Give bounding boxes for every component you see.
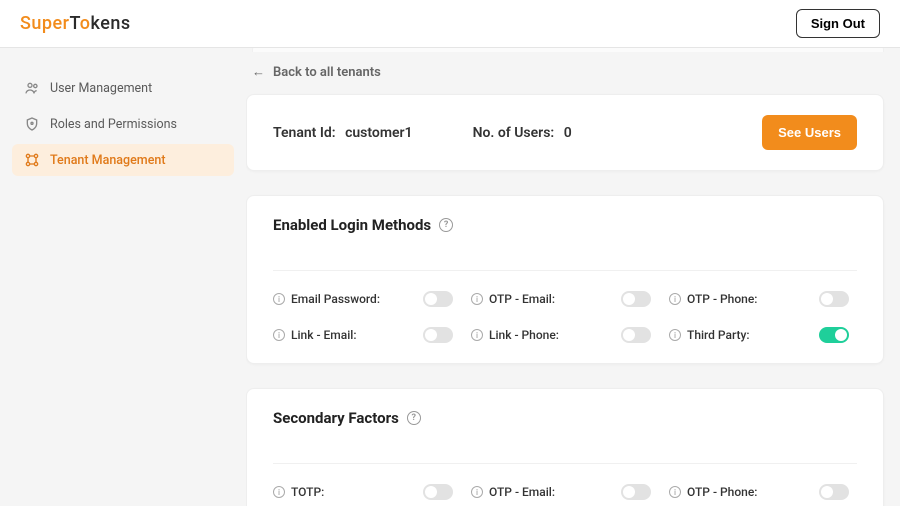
login-method-toggle[interactable] xyxy=(819,327,849,343)
tenant-id-label: Tenant Id: xyxy=(273,125,336,141)
shield-icon xyxy=(24,116,40,132)
login-method-label: OTP - Phone: xyxy=(687,292,757,306)
info-icon[interactable]: i xyxy=(273,486,285,498)
login-method-toggle[interactable] xyxy=(423,291,453,307)
login-method-toggle[interactable] xyxy=(621,291,651,307)
sidebar-item-label: Tenant Management xyxy=(50,153,166,168)
secondary-factors-title: Secondary Factors xyxy=(273,409,399,427)
login-method-row: i OTP - Email: xyxy=(471,291,659,307)
secondary-factor-toggle[interactable] xyxy=(819,484,849,500)
see-users-button[interactable]: See Users xyxy=(762,115,857,150)
info-icon[interactable]: i xyxy=(273,329,285,341)
info-icon[interactable]: i xyxy=(471,329,483,341)
info-icon[interactable]: i xyxy=(669,486,681,498)
users-icon xyxy=(24,80,40,96)
login-method-toggle[interactable] xyxy=(819,291,849,307)
secondary-factor-row: i OTP - Email: xyxy=(471,484,659,500)
info-icon[interactable]: i xyxy=(669,329,681,341)
help-icon[interactable]: ? xyxy=(439,218,453,232)
sidebar-item-tenant-management[interactable]: Tenant Management xyxy=(12,144,234,176)
tenant-id-value: customer1 xyxy=(345,125,413,141)
sign-out-button[interactable]: Sign Out xyxy=(796,9,880,38)
arrow-left-icon: ← xyxy=(252,64,265,80)
login-method-toggle[interactable] xyxy=(621,327,651,343)
secondary-factor-row: i OTP - Phone: xyxy=(669,484,857,500)
sidebar-item-roles[interactable]: Roles and Permissions xyxy=(12,108,234,140)
info-icon[interactable]: i xyxy=(471,486,483,498)
login-method-row: i Link - Email: xyxy=(273,327,461,343)
login-method-label: Link - Email: xyxy=(291,328,357,342)
info-icon[interactable]: i xyxy=(273,293,285,305)
secondary-factor-toggle[interactable] xyxy=(621,484,651,500)
sidebar-item-user-management[interactable]: User Management xyxy=(12,72,234,104)
secondary-factor-toggle[interactable] xyxy=(423,484,453,500)
info-icon[interactable]: i xyxy=(669,293,681,305)
card-ghost-edge xyxy=(252,48,884,52)
login-method-label: Link - Phone: xyxy=(489,328,559,342)
login-method-label: Email Password: xyxy=(291,292,380,306)
tenant-icon xyxy=(24,152,40,168)
login-method-label: Third Party: xyxy=(687,328,750,342)
secondary-factor-label: OTP - Phone: xyxy=(687,485,757,499)
login-method-row: i Email Password: xyxy=(273,291,461,307)
back-label: Back to all tenants xyxy=(273,65,381,80)
login-method-row: i OTP - Phone: xyxy=(669,291,857,307)
secondary-factor-row: i TOTP: xyxy=(273,484,461,500)
info-icon[interactable]: i xyxy=(471,293,483,305)
login-method-row: i Third Party: xyxy=(669,327,857,343)
back-link[interactable]: ← Back to all tenants xyxy=(252,64,884,80)
app-logo: SuperTokens xyxy=(20,13,131,34)
sidebar-item-label: Roles and Permissions xyxy=(50,117,177,132)
secondary-factor-label: OTP - Email: xyxy=(489,485,555,499)
secondary-factors-card: Secondary Factors ? iTOTP:iOTP - Email:i… xyxy=(246,388,884,506)
sidebar-item-label: User Management xyxy=(50,81,152,96)
sidebar: User Management Roles and Permissions Te… xyxy=(0,48,246,506)
user-count-value: 0 xyxy=(564,125,572,141)
login-methods-title: Enabled Login Methods xyxy=(273,216,431,234)
login-method-row: i Link - Phone: xyxy=(471,327,659,343)
login-method-label: OTP - Email: xyxy=(489,292,555,306)
secondary-factor-label: TOTP: xyxy=(291,485,324,499)
user-count-label: No. of Users: xyxy=(473,125,555,141)
login-method-toggle[interactable] xyxy=(423,327,453,343)
tenant-info-card: Tenant Id: customer1 No. of Users: 0 See… xyxy=(246,94,884,171)
help-icon[interactable]: ? xyxy=(407,411,421,425)
login-methods-card: Enabled Login Methods ? i Email Password:… xyxy=(246,195,884,364)
